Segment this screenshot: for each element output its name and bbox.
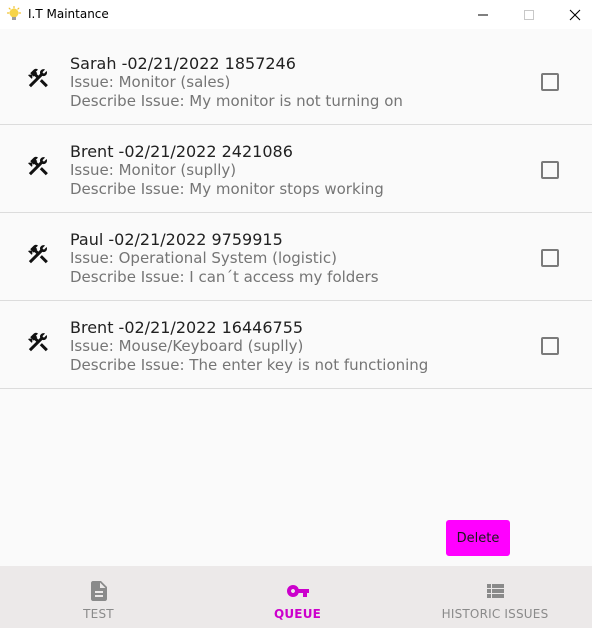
issue-list-item[interactable]: Sarah -02/21/2022 1857246 Issue: Monitor…	[0, 37, 592, 125]
delete-button[interactable]: Delete	[446, 520, 510, 556]
issue-type: Issue: Monitor (sales)	[70, 73, 231, 91]
title-bar: I.T Maintance	[0, 0, 592, 29]
issue-type: Issue: Mouse/Keyboard (suplly)	[70, 337, 304, 355]
lightbulb-icon	[6, 6, 22, 20]
nav-tab-queue[interactable]: QUEUE	[199, 566, 396, 628]
issue-header: Brent -02/21/2022 2421086	[70, 142, 293, 161]
minimize-icon	[478, 14, 488, 15]
maximize-icon	[524, 9, 534, 20]
issue-header: Paul -02/21/2022 9759915	[70, 230, 283, 249]
nav-tab-test[interactable]: TEST	[0, 566, 197, 628]
nav-label-historic-issues: HISTORIC ISSUES	[441, 607, 549, 621]
maximize-button[interactable]	[506, 0, 552, 29]
bottom-navigation: TEST QUEUE HISTORIC ISSUES	[0, 566, 592, 628]
issue-header: Brent -02/21/2022 16446755	[70, 318, 304, 337]
issue-checkbox[interactable]	[541, 249, 559, 267]
nav-tab-historic-issues[interactable]: HISTORIC ISSUES	[398, 566, 592, 628]
issue-list-item[interactable]: Paul -02/21/2022 9759915 Issue: Operatio…	[0, 213, 592, 301]
issue-type: Issue: Monitor (suplly)	[70, 161, 237, 179]
issue-description: Describe Issue: I can´t access my folder…	[70, 268, 379, 286]
issue-list-item[interactable]: Brent -02/21/2022 2421086 Issue: Monitor…	[0, 125, 592, 213]
close-icon	[569, 9, 581, 20]
issue-description: Describe Issue: My monitor is not turnin…	[70, 92, 403, 110]
list-icon	[487, 584, 504, 598]
minimize-button[interactable]	[460, 0, 506, 29]
close-button[interactable]	[552, 0, 592, 29]
issue-header: Sarah -02/21/2022 1857246	[70, 54, 296, 73]
issue-description: Describe Issue: My monitor stops working	[70, 180, 384, 198]
nav-label-queue: QUEUE	[273, 607, 322, 621]
issue-list-item[interactable]: Brent -02/21/2022 16446755 Issue: Mouse/…	[0, 301, 592, 389]
wrench-screwdriver-icon	[28, 68, 48, 88]
issue-description: Describe Issue: The enter key is not fun…	[70, 356, 429, 374]
window-title: I.T Maintance	[28, 7, 109, 21]
nav-label-test: TEST	[83, 607, 114, 621]
issue-checkbox[interactable]	[541, 73, 559, 91]
wrench-screwdriver-icon	[28, 156, 48, 176]
wrench-screwdriver-icon	[28, 332, 48, 352]
document-icon	[90, 581, 107, 601]
issue-checkbox[interactable]	[541, 337, 559, 355]
issue-queue-panel: Sarah -02/21/2022 1857246 Issue: Monitor…	[0, 29, 592, 566]
wrench-screwdriver-icon	[28, 244, 48, 264]
key-icon	[286, 585, 309, 597]
issue-type: Issue: Operational System (logistic)	[70, 249, 337, 267]
issue-checkbox[interactable]	[541, 161, 559, 179]
